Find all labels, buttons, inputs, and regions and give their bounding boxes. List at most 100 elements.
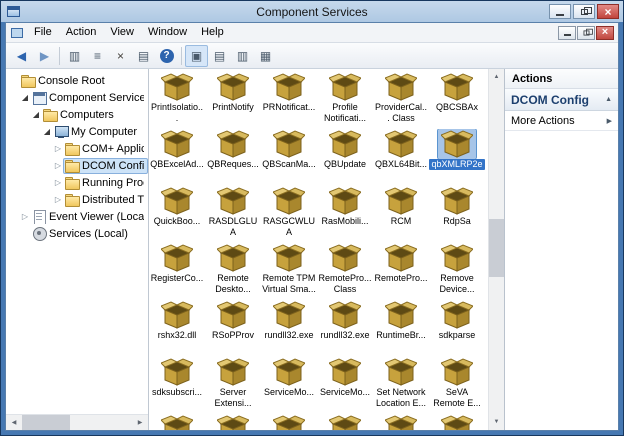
show-console-tree-icon[interactable]: ▥ [63,45,86,67]
expander-icon[interactable] [53,191,63,208]
menu-item[interactable]: View [103,23,141,42]
view-details-icon[interactable]: ▦ [254,45,277,67]
dcom-component[interactable]: RCM [373,186,429,243]
dcom-component[interactable]: sdksubscri... [149,357,205,414]
scroll-right-icon[interactable]: ▶ [132,415,148,430]
help-icon[interactable]: ? [155,45,178,67]
list-vertical-scrollbar[interactable]: ▲ ▼ [488,69,504,430]
dcom-component[interactable]: rundll32.exe [317,300,373,357]
view-list-icon[interactable]: ▥ [231,45,254,67]
more-actions-arrow-icon[interactable]: ▶ [607,117,612,125]
dcom-component[interactable]: rshx32.dll [149,300,205,357]
scroll-up-icon[interactable]: ▲ [489,69,504,85]
dcom-component[interactable]: sdkparse [429,300,485,357]
dcom-component[interactable]: RSoPProv [205,300,261,357]
tree-item[interactable]: My Computer [6,123,148,140]
dcom-component[interactable]: QBScanMa... [261,129,317,186]
component-box-icon [214,300,252,330]
dcom-component[interactable]: QuickBoo... [149,186,205,243]
expander-icon[interactable] [53,157,63,174]
mdi-restore-button[interactable] [577,26,595,40]
dcom-component[interactable]: QBExcelAd... [149,129,205,186]
dcom-component[interactable]: QBCSBAx [429,72,485,129]
tree-item[interactable]: Computers [6,106,148,123]
menu-item[interactable]: Window [141,23,194,42]
dcom-component[interactable]: qbXMLRP2e [429,129,485,186]
minimize-button[interactable] [549,4,571,19]
dcom-component[interactable]: RASDLGLUA [205,186,261,243]
dcom-component[interactable]: RuntimeBr... [373,300,429,357]
dcom-component[interactable]: PrintNotify [205,72,261,129]
menu-item[interactable]: Help [194,23,231,42]
dcom-component[interactable]: PRNotificat... [261,72,317,129]
tree-horizontal-scrollbar[interactable]: ◀ ▶ [6,414,148,430]
expander-icon[interactable] [53,174,63,191]
dcom-component[interactable]: RASGCWLUA [261,186,317,243]
dcom-component[interactable]: QBXL64Bit... [373,129,429,186]
delete-icon[interactable]: × [109,45,132,67]
close-button[interactable]: × [597,4,619,19]
more-actions-row[interactable]: More Actions ▶ [505,111,618,131]
expander-icon[interactable] [20,208,30,225]
forward-icon[interactable]: ▶ [33,45,56,67]
view-small-icons-icon[interactable]: ▤ [208,45,231,67]
dcom-component[interactable]: SeVA Remote E... [429,357,485,414]
dcom-component[interactable]: ProviderCal... Class [373,72,429,129]
dcom-component[interactable]: rundll32.exe [261,300,317,357]
expander-icon[interactable] [31,106,41,123]
dcom-component[interactable]: RemotePro... Class [317,243,373,300]
export-list-icon[interactable]: ≡ [86,45,109,67]
dcom-component[interactable]: RemotePro... [373,243,429,300]
scroll-thumb[interactable] [22,415,70,430]
menu-item[interactable]: Action [59,23,104,42]
mdi-minimize-button[interactable] [558,26,576,40]
dcom-component[interactable] [261,414,317,430]
dcom-component[interactable] [149,414,205,430]
tree-item[interactable]: Console Root [6,72,148,89]
component-label: QuickBoo... [153,216,202,227]
dcom-component[interactable]: QBReques... [205,129,261,186]
expander-icon[interactable] [53,140,63,157]
tree-item[interactable]: Event Viewer (Local) [6,208,148,225]
scroll-left-icon[interactable]: ◀ [6,415,22,430]
dcom-component[interactable]: RdpSa [429,186,485,243]
dcom-component[interactable]: Remove Device... [429,243,485,300]
properties-icon[interactable]: ▤ [132,45,155,67]
expander-icon[interactable] [20,89,30,106]
dcom-component[interactable]: QBUpdate [317,129,373,186]
dcom-component[interactable]: RegisterCo... [149,243,205,300]
dcom-component[interactable] [373,414,429,430]
tree-item-icon [54,125,69,138]
tree-item[interactable]: DCOM Config [6,157,148,174]
dcom-component[interactable]: Server Extensi... [205,357,261,414]
menu-item[interactable]: File [27,23,59,42]
component-label: rundll32.exe [263,330,314,341]
dcom-component[interactable] [317,414,373,430]
dcom-component[interactable]: Set Network Location E... [373,357,429,414]
expander-icon[interactable] [42,123,52,140]
scroll-thumb[interactable] [489,219,504,277]
restore-button[interactable] [573,4,595,19]
tree-item[interactable]: Running Processes [6,174,148,191]
collapse-group-icon[interactable]: ▲ [605,96,612,103]
dcom-component[interactable]: ServiceMo... [317,357,373,414]
dcom-component[interactable]: ServiceMo... [261,357,317,414]
mdi-close-button[interactable]: × [596,26,614,40]
component-label: RegisterCo... [150,273,205,284]
view-large-icons-icon[interactable]: ▣ [185,45,208,67]
dcom-component[interactable]: Remote Deskto... [205,243,261,300]
dcom-component[interactable]: PrintIsolatio... [149,72,205,129]
titlebar[interactable]: Component Services × [1,1,623,22]
scroll-down-icon[interactable]: ▼ [489,414,504,430]
tree-item[interactable]: Distributed Transa... [6,191,148,208]
tree-item[interactable]: Services (Local) [6,225,148,242]
dcom-component[interactable]: Profile Notificati... [317,72,373,129]
tree-item[interactable]: Component Services [6,89,148,106]
dcom-component[interactable] [429,414,485,430]
back-icon[interactable]: ◀ [10,45,33,67]
tree-item[interactable]: COM+ Application... [6,140,148,157]
dcom-component[interactable]: RasMobili... [317,186,373,243]
dcom-component[interactable]: Remote TPM Virtual Sma... [261,243,317,300]
actions-group-header[interactable]: DCOM Config ▲ [505,89,618,111]
dcom-component[interactable] [205,414,261,430]
